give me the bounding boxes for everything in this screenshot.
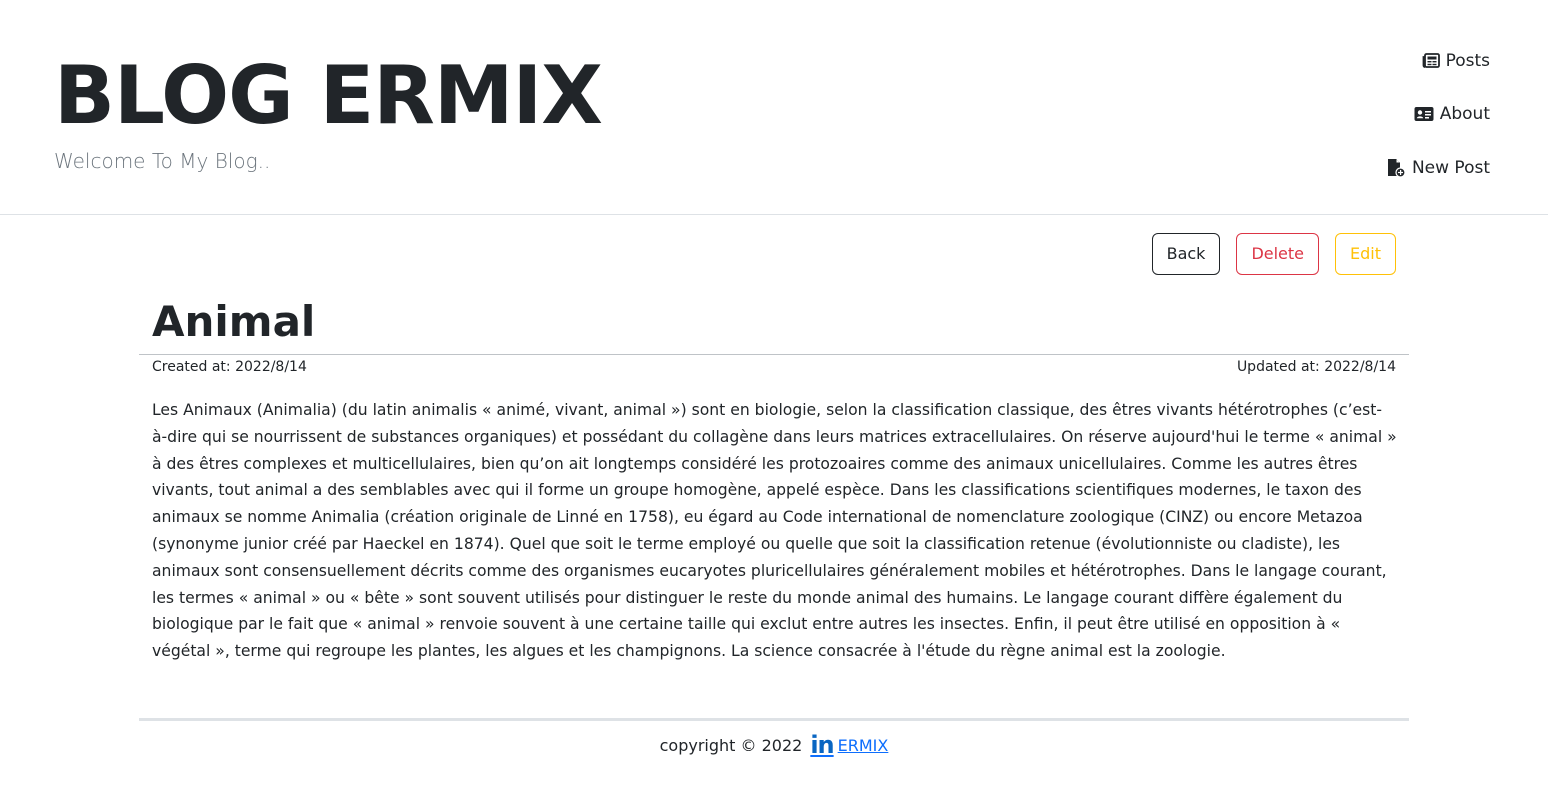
linkedin-link[interactable]: in ERMIX xyxy=(810,731,889,759)
nav-posts-label: Posts xyxy=(1445,51,1490,71)
edit-button[interactable]: Edit xyxy=(1335,233,1396,275)
site-footer: copyright © 2022 in ERMIX xyxy=(139,718,1409,759)
nav-about-link[interactable]: About xyxy=(1414,104,1490,124)
newspaper-icon xyxy=(1422,53,1440,69)
post-title: Animal xyxy=(152,297,316,346)
file-plus-icon xyxy=(1386,158,1406,178)
created-date: Created at: 2022/8/14 xyxy=(152,359,307,375)
nav-about-label: About xyxy=(1439,104,1490,124)
post-meta: Created at: 2022/8/14 Updated at: 2022/8… xyxy=(139,355,1409,375)
post-actions: Back Delete Edit xyxy=(1151,233,1396,275)
nav-new-post-link[interactable]: New Post xyxy=(1386,158,1490,178)
post-body: Les Animaux (Animalia) (du latin animali… xyxy=(152,401,1397,661)
post-article: Animal Created at: 2022/8/14 Updated at:… xyxy=(139,290,1409,665)
nav-new-post-label: New Post xyxy=(1411,158,1490,178)
copyright-text: copyright © 2022 xyxy=(659,735,803,755)
linkedin-icon: in xyxy=(810,731,834,759)
updated-date: Updated at: 2022/8/14 xyxy=(1236,359,1396,375)
linkedin-link-label: ERMIX xyxy=(837,735,889,755)
site-tagline: Welcome To My Blog.. xyxy=(54,149,271,173)
delete-button[interactable]: Delete xyxy=(1236,233,1320,275)
site-header: BLOG ERMIX Welcome To My Blog.. Posts Ab… xyxy=(0,0,1548,215)
site-title[interactable]: BLOG ERMIX xyxy=(54,50,603,142)
nav-posts-link[interactable]: Posts xyxy=(1422,51,1490,71)
back-button[interactable]: Back xyxy=(1151,233,1221,275)
id-card-icon xyxy=(1414,106,1434,122)
footer-content: copyright © 2022 in ERMIX xyxy=(659,731,889,759)
